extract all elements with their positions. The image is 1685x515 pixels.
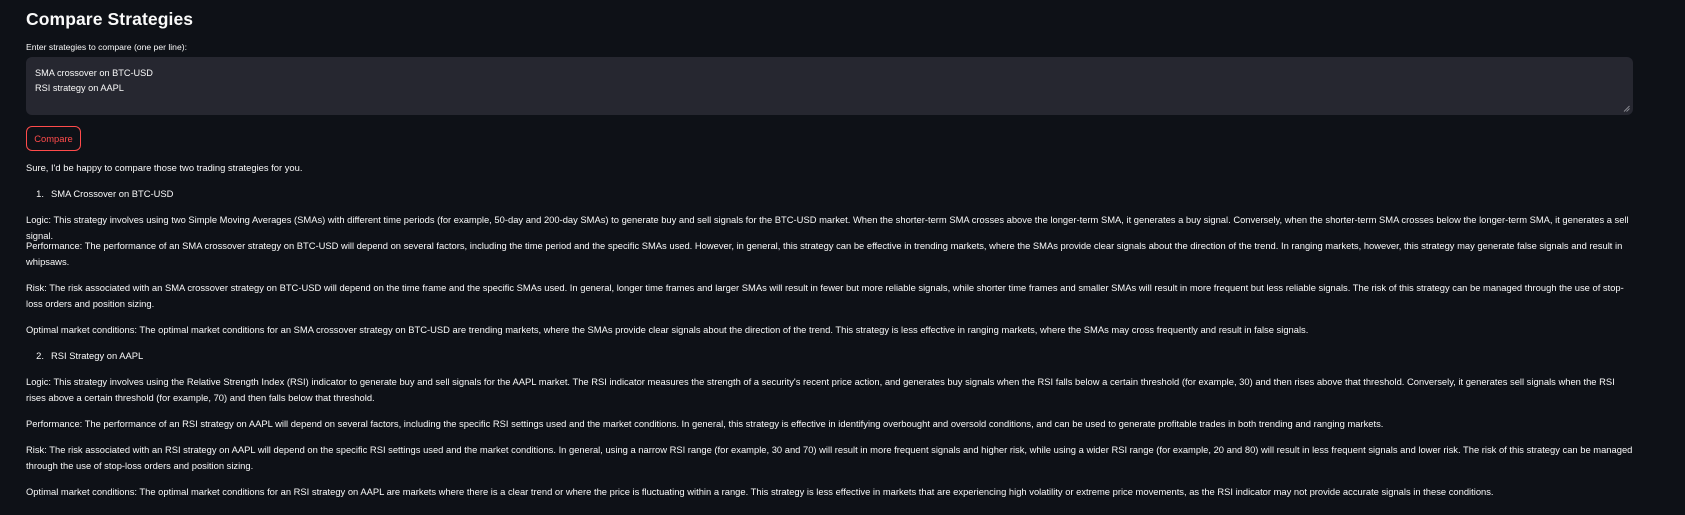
page-title: Compare Strategies [26, 9, 194, 29]
strategies-textarea-line: SMA crossover on BTC-USD [35, 68, 153, 78]
strategies-textarea-line: RSI strategy on AAPL [35, 82, 124, 93]
strategy-performance: Performance: The performance of an RSI s… [26, 418, 1384, 429]
strategy-number: 1. [36, 188, 44, 199]
strategies-input-label: Enter strategies to compare (one per lin… [26, 42, 187, 52]
strategy-title: RSI Strategy on AAPL [51, 350, 144, 361]
strategy-conditions: Optimal market conditions: The optimal m… [26, 324, 1309, 335]
strategy-number: 2. [36, 350, 44, 361]
strategy-conditions: Optimal market conditions: The optimal m… [26, 486, 1494, 497]
strategy-risk: Risk: The risk associated with an RSI st… [26, 444, 1633, 471]
resize-handle-icon[interactable] [1623, 105, 1630, 112]
compare-button[interactable]: Compare [26, 126, 81, 151]
strategy-heading: 2. RSI Strategy on AAPL [26, 348, 143, 364]
strategy-logic: Logic: This strategy involves using the … [26, 376, 1615, 403]
strategies-textarea-value[interactable]: SMA crossover on BTC-USD RSI strategy on… [35, 66, 153, 95]
app-page: Compare Strategies Enter strategies to c… [0, 0, 1685, 515]
result-intro: Sure, I'd be happy to compare those two … [26, 162, 303, 173]
strategies-textarea[interactable]: SMA crossover on BTC-USD RSI strategy on… [26, 57, 1633, 115]
strategy-risk: Risk: The risk associated with an SMA cr… [26, 282, 1624, 309]
strategy-title: SMA Crossover on BTC-USD [51, 188, 174, 199]
strategy-heading: 1. SMA Crossover on BTC-USD [26, 186, 173, 202]
strategy-performance: Performance: The performance of an SMA c… [26, 240, 1623, 267]
